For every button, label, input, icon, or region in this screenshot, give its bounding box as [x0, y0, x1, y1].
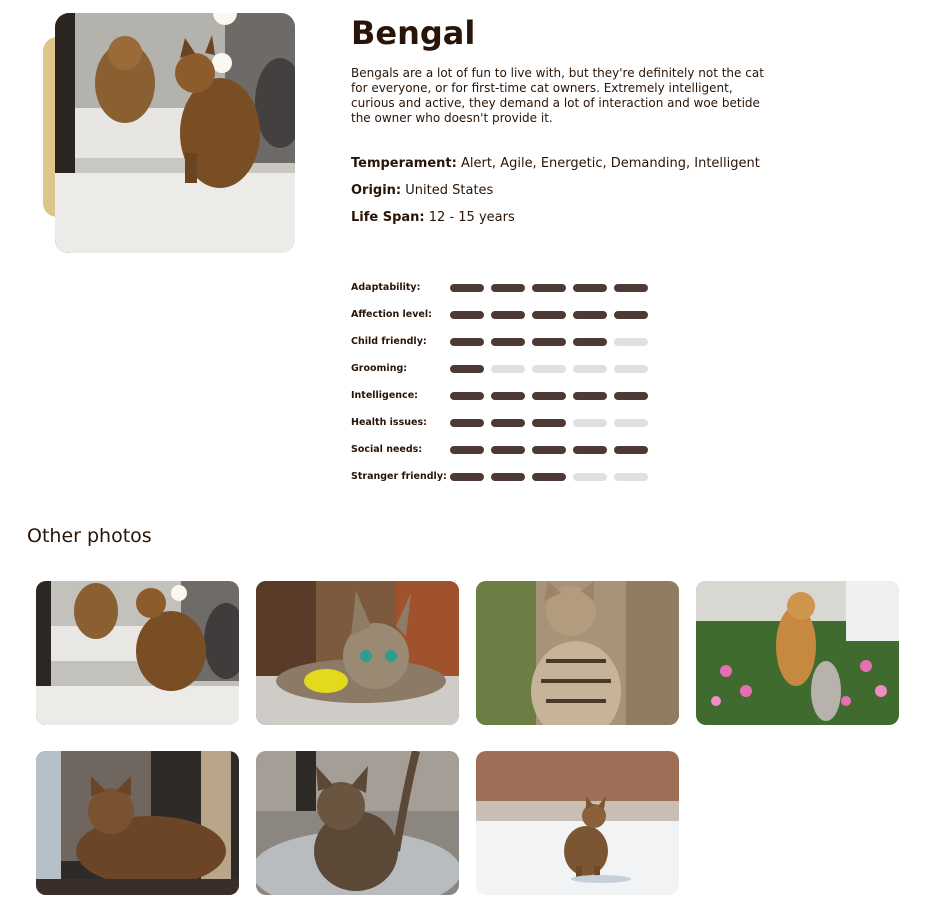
rating-label: Child friendly: — [351, 336, 427, 347]
breed-description: Bengals are a lot of fun to live with, b… — [351, 66, 764, 125]
rating-row: Child friendly: — [351, 328, 648, 355]
rating-segment — [450, 283, 484, 292]
rating-segment — [573, 418, 607, 427]
origin-row: Origin: United States — [351, 183, 781, 199]
rating-segment — [491, 364, 525, 373]
rating-segment — [532, 337, 566, 346]
gallery-photo-7[interactable] — [476, 751, 679, 895]
rating-segment — [450, 472, 484, 481]
rating-segment — [450, 364, 484, 373]
rating-row: Affection level: — [351, 301, 648, 328]
other-photos-title: Other photos — [27, 525, 152, 547]
rating-row: Social needs: — [351, 436, 648, 463]
origin-label: Origin: — [351, 183, 402, 198]
rating-segment — [491, 337, 525, 346]
rating-label: Grooming: — [351, 363, 408, 374]
rating-segment — [450, 418, 484, 427]
rating-row: Intelligence: — [351, 382, 648, 409]
breed-facts: Temperament: Alert, Agile, Energetic, De… — [351, 156, 781, 226]
rating-segment — [614, 418, 648, 427]
rating-segment — [491, 283, 525, 292]
rating-segment — [614, 472, 648, 481]
rating-segment — [573, 445, 607, 454]
rating-meter — [450, 418, 648, 427]
rating-segment — [573, 310, 607, 319]
rating-segment — [532, 310, 566, 319]
rating-meter — [450, 283, 648, 292]
rating-segment — [573, 283, 607, 292]
rating-segment — [491, 310, 525, 319]
rating-segment — [450, 310, 484, 319]
rating-segment — [450, 445, 484, 454]
gallery-photo-6[interactable] — [256, 751, 459, 895]
gallery-photo-5[interactable] — [36, 751, 239, 895]
rating-meter — [450, 445, 648, 454]
rating-segment — [532, 445, 566, 454]
gallery-photo-1[interactable] — [36, 581, 239, 725]
temperament-label: Temperament: — [351, 156, 457, 171]
rating-row: Adaptability: — [351, 274, 648, 301]
rating-segment — [532, 472, 566, 481]
rating-segment — [614, 391, 648, 400]
rating-segment — [614, 283, 648, 292]
rating-segment — [450, 391, 484, 400]
rating-segment — [573, 337, 607, 346]
gallery-photo-2[interactable] — [256, 581, 459, 725]
rating-segment — [532, 364, 566, 373]
breed-name: Bengal — [351, 14, 476, 52]
origin-value: United States — [405, 183, 494, 198]
rating-meter — [450, 391, 648, 400]
rating-segment — [573, 391, 607, 400]
hero-cat-photo — [55, 13, 295, 253]
rating-segment — [614, 310, 648, 319]
rating-row: Health issues: — [351, 409, 648, 436]
gallery-photo-3[interactable] — [476, 581, 679, 725]
rating-label: Affection level: — [351, 309, 432, 320]
rating-segment — [573, 472, 607, 481]
rating-meter — [450, 337, 648, 346]
rating-meter — [450, 310, 648, 319]
temperament-row: Temperament: Alert, Agile, Energetic, De… — [351, 156, 781, 172]
rating-segment — [614, 445, 648, 454]
rating-segment — [614, 364, 648, 373]
breed-info: Bengal Bengals are a lot of fun to live … — [351, 12, 781, 237]
rating-label: Social needs: — [351, 444, 423, 455]
other-photos-grid — [36, 581, 899, 895]
rating-row: Stranger friendly: — [351, 463, 648, 490]
rating-meter — [450, 472, 648, 481]
rating-segment — [614, 337, 648, 346]
rating-segment — [573, 364, 607, 373]
gallery-photo-4[interactable] — [696, 581, 899, 725]
temperament-value: Alert, Agile, Energetic, Demanding, Inte… — [460, 156, 760, 171]
rating-label: Health issues: — [351, 417, 427, 428]
rating-segment — [450, 337, 484, 346]
rating-segment — [532, 283, 566, 292]
life-span-row: Life Span: 12 - 15 years — [351, 210, 781, 226]
breed-ratings: Adaptability: Affection level: Child frien… — [351, 274, 648, 490]
rating-segment — [491, 391, 525, 400]
life-span-label: Life Span: — [351, 210, 425, 225]
rating-row: Grooming: — [351, 355, 648, 382]
rating-meter — [450, 364, 648, 373]
rating-label: Intelligence: — [351, 390, 418, 401]
rating-label: Adaptability: — [351, 282, 421, 293]
life-span-value: 12 - 15 years — [428, 210, 515, 225]
rating-label: Stranger friendly: — [351, 471, 447, 482]
rating-segment — [491, 472, 525, 481]
rating-segment — [491, 445, 525, 454]
rating-segment — [532, 418, 566, 427]
rating-segment — [491, 418, 525, 427]
rating-segment — [532, 391, 566, 400]
